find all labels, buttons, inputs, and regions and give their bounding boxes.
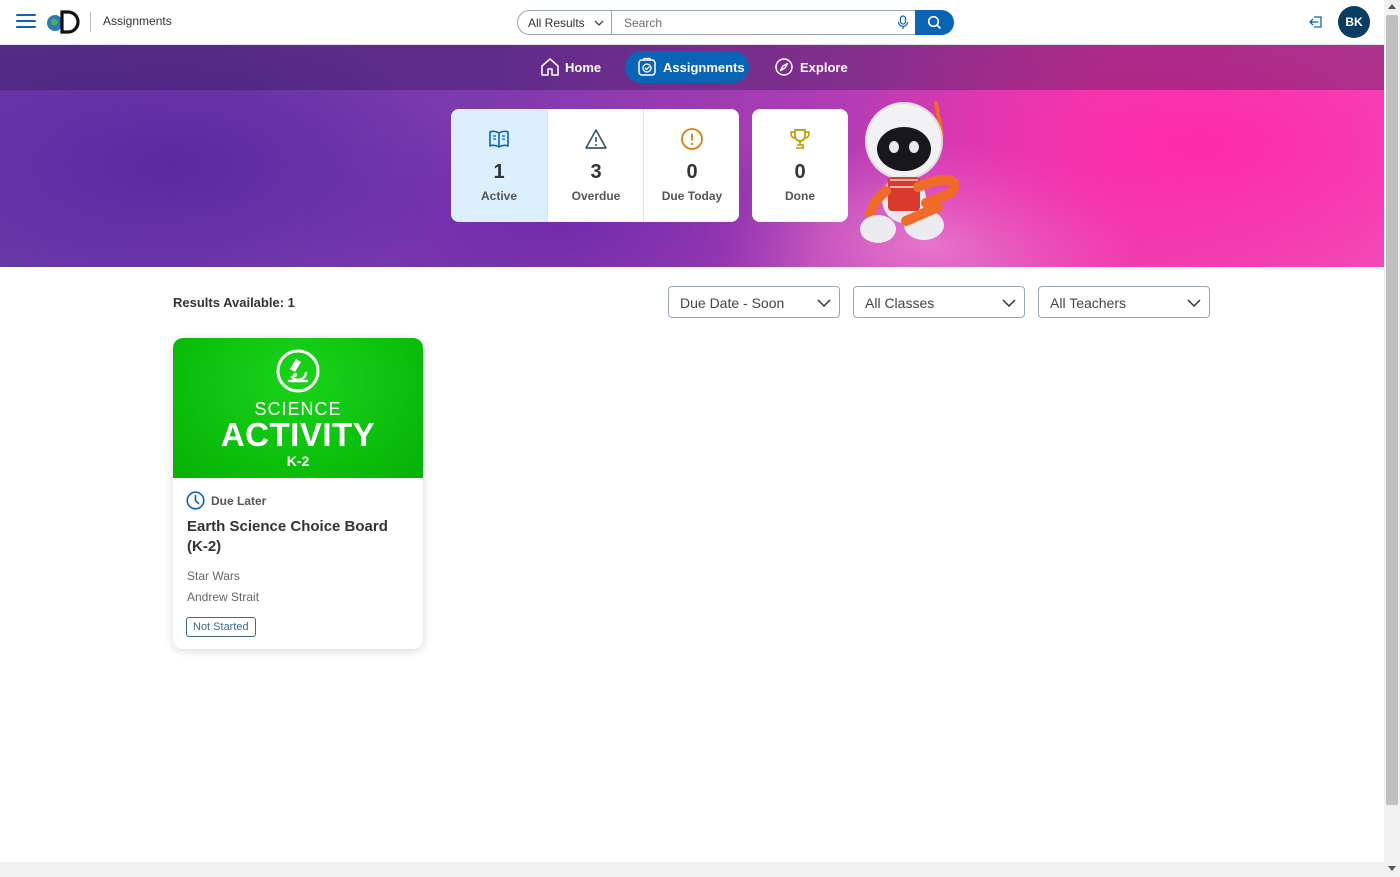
stat-due-today[interactable]: 0 Due Today bbox=[643, 109, 739, 222]
results-count: Results Available: 1 bbox=[173, 295, 295, 310]
stat-overdue[interactable]: 3 Overdue bbox=[547, 109, 643, 222]
thumbnail-grade: K-2 bbox=[286, 453, 310, 469]
top-header: Assignments All Results BK bbox=[0, 0, 1384, 45]
stat-group-done: 0 Done bbox=[752, 109, 848, 222]
teachers-dropdown[interactable]: All Teachers bbox=[1038, 286, 1210, 318]
search-scope-dropdown[interactable]: All Results bbox=[517, 10, 611, 35]
vertical-scrollbar[interactable] bbox=[1384, 0, 1400, 877]
thumbnail-type: ACTIVITY bbox=[220, 416, 376, 453]
book-icon bbox=[489, 130, 509, 148]
alert-circle-icon bbox=[681, 128, 703, 150]
search-bar: All Results bbox=[517, 10, 954, 35]
classes-dropdown-value: All Classes bbox=[865, 295, 935, 311]
nav-assignments-label: Assignments bbox=[663, 60, 745, 75]
search-input[interactable] bbox=[611, 10, 916, 35]
sort-dropdown[interactable]: Due Date - Soon bbox=[668, 286, 840, 318]
menu-icon[interactable] bbox=[16, 14, 36, 30]
microphone-icon[interactable] bbox=[896, 15, 910, 30]
chevron-down-icon bbox=[594, 20, 604, 26]
stat-done-label: Done bbox=[785, 189, 815, 203]
scroll-up-arrow[interactable] bbox=[1388, 4, 1396, 9]
assignment-title[interactable]: Earth Science Choice Board (K-2) bbox=[187, 517, 412, 557]
nav-home-label: Home bbox=[565, 60, 602, 75]
classes-dropdown[interactable]: All Classes bbox=[853, 286, 1025, 318]
assignment-thumbnail: SCIENCE ACTIVITY K-2 bbox=[173, 338, 423, 478]
clock-icon bbox=[186, 491, 205, 510]
scroll-thumb[interactable] bbox=[1386, 15, 1398, 805]
stat-active-label: Active bbox=[480, 189, 518, 203]
header-divider bbox=[90, 12, 91, 32]
stat-active-count: 1 bbox=[493, 161, 505, 183]
sort-dropdown-value: Due Date - Soon bbox=[680, 295, 785, 311]
stat-done-count: 0 bbox=[794, 161, 806, 183]
nav-assignments[interactable]: Assignments bbox=[625, 51, 749, 83]
teachers-dropdown-value: All Teachers bbox=[1050, 295, 1127, 311]
status-badge: Not Started bbox=[186, 617, 256, 637]
user-avatar[interactable]: BK bbox=[1338, 6, 1370, 38]
search-button[interactable] bbox=[915, 10, 954, 35]
horizontal-scrollbar[interactable] bbox=[0, 862, 1384, 877]
chevron-down-icon bbox=[1002, 299, 1016, 308]
stat-due-today-count: 0 bbox=[686, 161, 698, 183]
scroll-down-arrow[interactable] bbox=[1388, 866, 1396, 871]
robot-mascot-illustration bbox=[860, 101, 960, 243]
due-status-label: Due Later bbox=[211, 494, 267, 508]
stat-active[interactable]: 1 Active bbox=[451, 109, 547, 222]
search-icon bbox=[927, 15, 942, 30]
home-icon bbox=[541, 58, 559, 76]
nav-explore[interactable]: Explore bbox=[762, 51, 858, 83]
search-scope-label: All Results bbox=[528, 16, 585, 30]
stat-due-today-label: Due Today bbox=[661, 189, 723, 203]
assignment-card[interactable]: SCIENCE ACTIVITY K-2 Due Later Earth Sci… bbox=[173, 338, 423, 649]
page-title: Assignments bbox=[103, 14, 172, 28]
chevron-down-icon bbox=[1187, 299, 1201, 308]
assignment-class: Star Wars bbox=[187, 569, 240, 583]
assignment-teacher: Andrew Strait bbox=[187, 590, 260, 604]
trophy-icon bbox=[790, 129, 810, 149]
discovery-logo[interactable] bbox=[46, 10, 82, 34]
assignment-icon bbox=[638, 57, 656, 76]
chevron-down-icon bbox=[817, 299, 831, 308]
stat-done[interactable]: 0 Done bbox=[752, 109, 848, 222]
stat-overdue-label: Overdue bbox=[571, 189, 621, 203]
stat-overdue-count: 3 bbox=[590, 161, 602, 183]
compass-icon bbox=[775, 58, 793, 76]
main-nav: Home Assignments Explore bbox=[0, 45, 1384, 90]
nav-explore-label: Explore bbox=[800, 60, 848, 75]
nav-home[interactable]: Home bbox=[528, 51, 614, 83]
hero-banner: Home Assignments Explore 1 Active 3 Over… bbox=[0, 45, 1384, 267]
stat-group-main: 1 Active 3 Overdue 0 Due Today bbox=[451, 109, 739, 222]
microscope-icon bbox=[276, 349, 320, 393]
warning-icon bbox=[585, 129, 607, 149]
sign-out-icon[interactable] bbox=[1308, 14, 1324, 30]
